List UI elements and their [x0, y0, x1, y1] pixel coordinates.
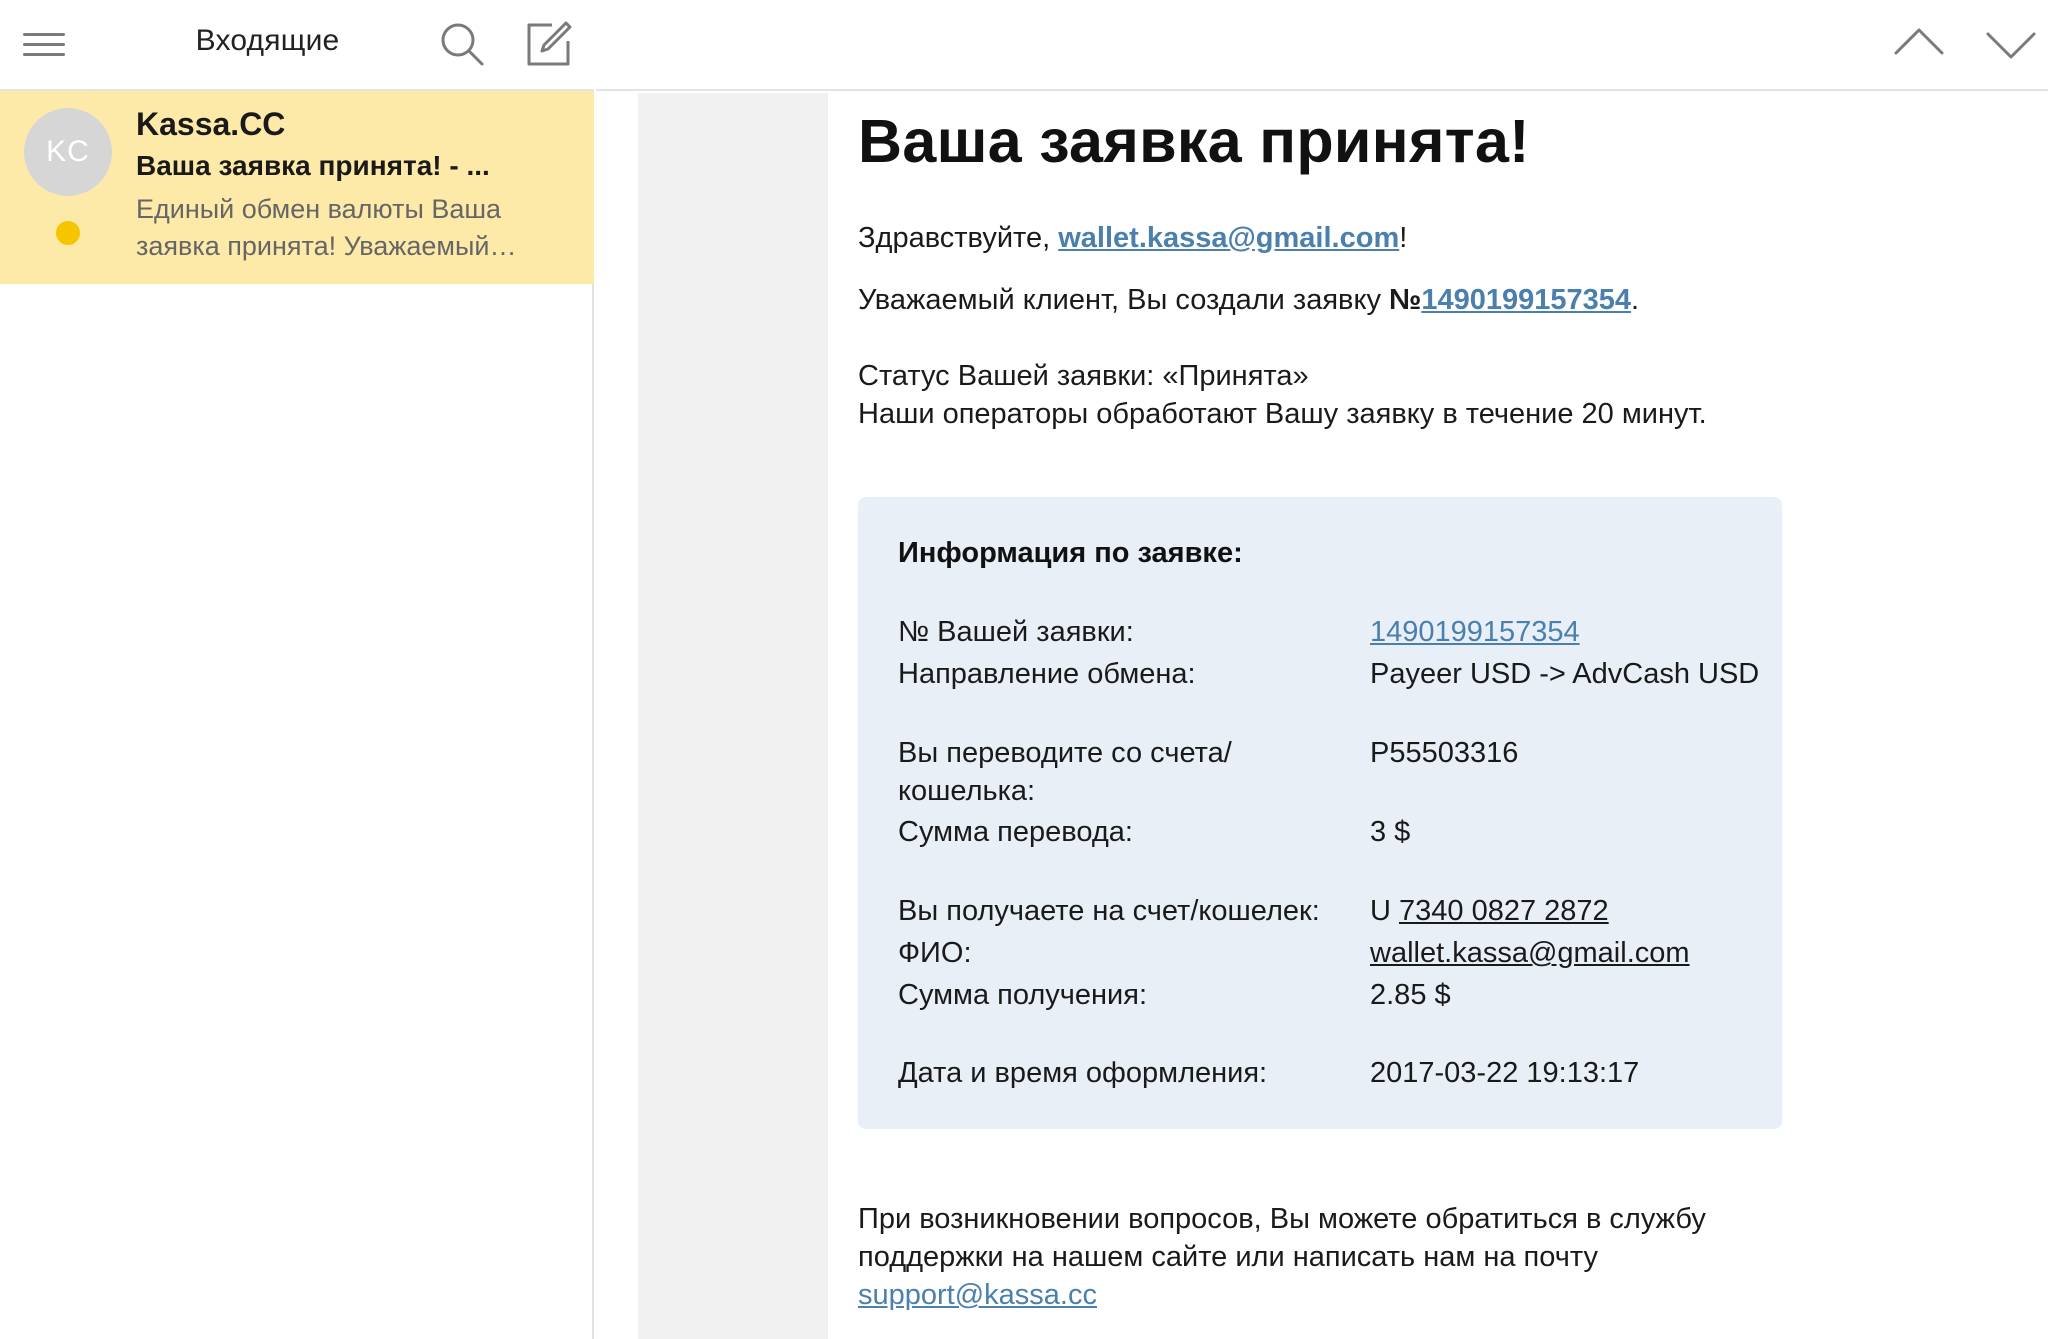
- support-paragraph: При возникновении вопросов, Вы можете об…: [858, 1200, 1778, 1314]
- greeting-line: Здравствуйте, wallet.kassa@gmail.com!: [858, 222, 1407, 255]
- avatar: KC: [24, 108, 112, 196]
- unread-dot-icon: [56, 221, 80, 245]
- info-value-to-account: U 7340 0827 2872: [1370, 892, 1609, 930]
- info-value-amount-received: 2.85 $: [1370, 979, 1451, 1011]
- message-list-item[interactable]: KC Kassa.CC Ваша заявка принята! - ... Е…: [0, 91, 594, 284]
- info-label-order-number: № Вашей заявки:: [898, 616, 1134, 648]
- mail-app: Входящие KC Kassa.CC Ваша заявка принята…: [0, 0, 2048, 1339]
- info-label-datetime: Дата и время оформления:: [898, 1057, 1268, 1089]
- info-label-amount-sent: Сумма перевода:: [898, 816, 1133, 848]
- info-label-amount-received: Сумма получения:: [898, 979, 1148, 1011]
- info-value-from-account: P55503316: [1370, 737, 1519, 769]
- support-text: При возникновении вопросов, Вы можете об…: [858, 1203, 1706, 1273]
- to-account-number[interactable]: 7340 0827 2872: [1399, 895, 1609, 927]
- chevron-down-icon[interactable]: [1984, 20, 2038, 66]
- info-value-datetime: 2017-03-22 19:13:17: [1370, 1057, 1640, 1089]
- status-line: Статус Вашей заявки: «Принята»: [858, 360, 1309, 392]
- message-list-pane: Входящие KC Kassa.CC Ваша заявка принята…: [0, 0, 594, 1339]
- message-view-pane: Ваша заявка принята! Здравствуйте, walle…: [596, 0, 2048, 1339]
- chevron-up-icon[interactable]: [1892, 20, 1946, 66]
- info-label-from-account: Вы переводите со счета/ кошелька:: [898, 737, 1232, 807]
- to-account-prefix: U: [1370, 895, 1399, 927]
- operators-line: Наши операторы обработают Вашу заявку в …: [858, 398, 1707, 430]
- compose-icon[interactable]: [526, 21, 572, 67]
- number-sign: №: [1389, 284, 1422, 316]
- info-label-direction: Направление обмена:: [898, 658, 1196, 690]
- info-label-name: ФИО:: [898, 937, 972, 969]
- message-view-header: [596, 0, 2048, 91]
- order-info-title: Информация по заявке:: [898, 537, 1243, 569]
- message-list-header: Входящие: [0, 0, 594, 91]
- info-value-direction: Payeer USD -> AdvCash USD: [1370, 658, 1760, 690]
- greeting-suffix: !: [1399, 222, 1408, 254]
- info-value-name[interactable]: wallet.kassa@gmail.com: [1370, 934, 1690, 972]
- info-value-amount-sent: 3 $: [1370, 816, 1411, 848]
- greeting-email-link[interactable]: wallet.kassa@gmail.com: [1058, 222, 1399, 254]
- message-subject: Ваша заявка принята! - ...: [136, 150, 490, 181]
- message-preview: Единый обмен валюты Ваша заявка принята!…: [136, 194, 517, 261]
- email-heading: Ваша заявка принята!: [858, 107, 1530, 175]
- greeting-prefix: Здравствуйте,: [858, 222, 1059, 254]
- order-number-link[interactable]: 1490199157354: [1421, 284, 1631, 316]
- search-icon[interactable]: [439, 21, 485, 67]
- info-label-to-account: Вы получаете на счет/кошелек:: [898, 895, 1320, 927]
- message-sender: Kassa.CC: [136, 106, 286, 142]
- created-line: Уважаемый клиент, Вы создали заявку №149…: [858, 284, 1639, 317]
- created-prefix: Уважаемый клиент, Вы создали заявку: [858, 284, 1390, 316]
- order-info-box: Информация по заявке: № Вашей заявки: 14…: [858, 497, 1782, 1129]
- created-suffix: .: [1631, 284, 1640, 316]
- info-value-order-number[interactable]: 1490199157354: [1370, 613, 1580, 651]
- support-email-link[interactable]: support@kassa.cc: [858, 1279, 1097, 1311]
